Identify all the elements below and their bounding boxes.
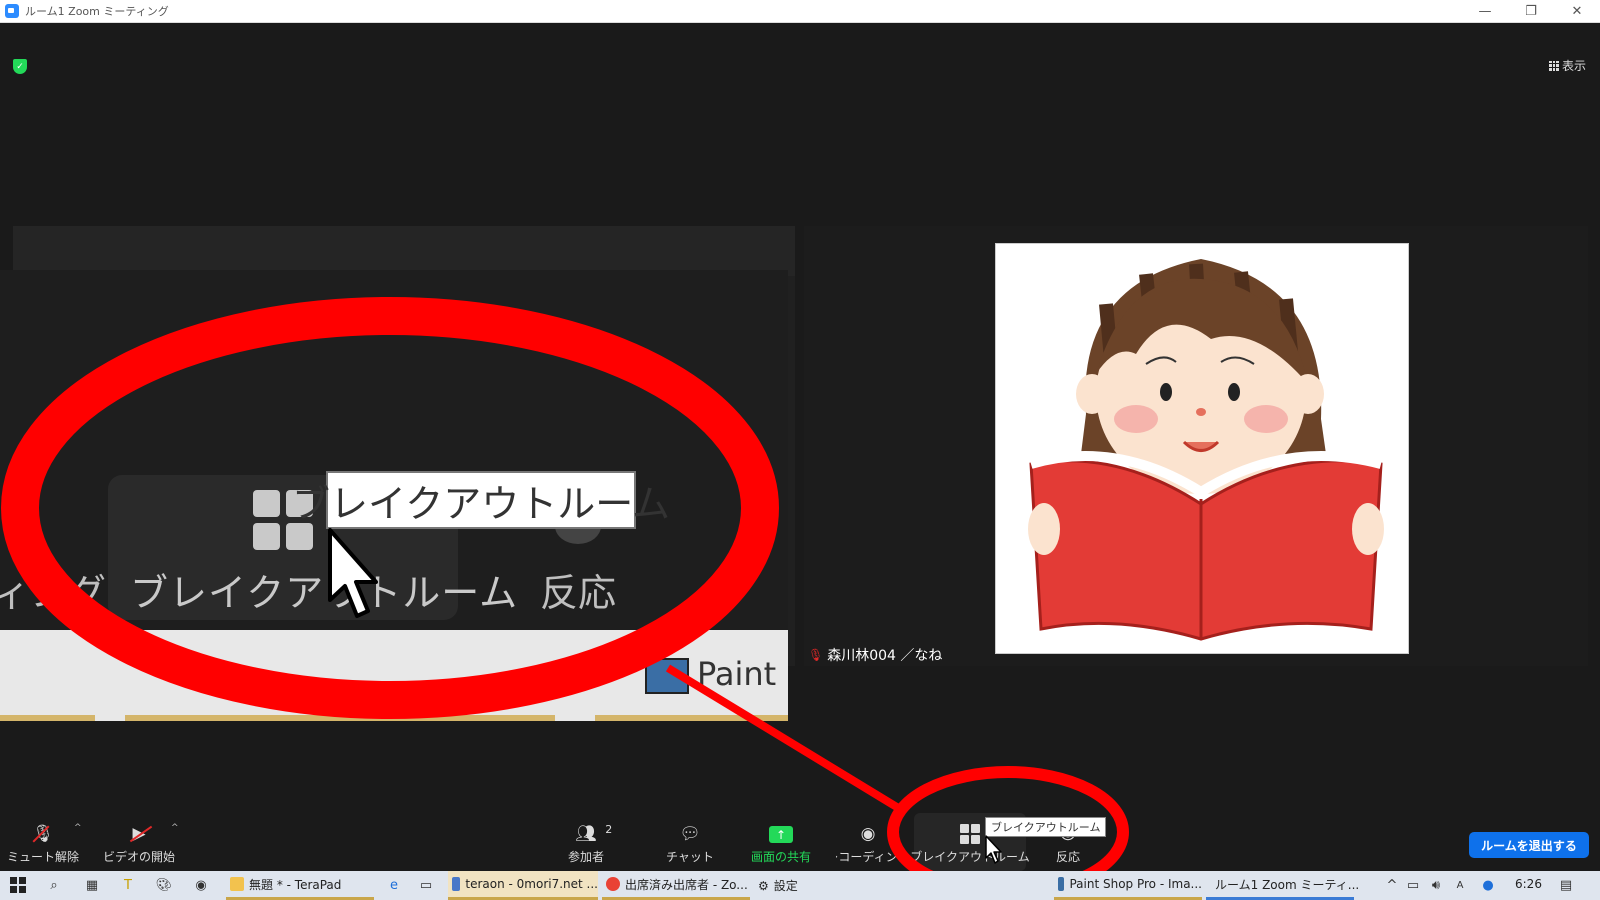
- paint-pinned-icon[interactable]: 🎨︎: [156, 877, 173, 893]
- chat-icon: 💬︎: [679, 824, 701, 844]
- participants-button[interactable]: 👥︎ 2 参加者: [560, 813, 612, 871]
- camera-pinned-icon[interactable]: ◉: [193, 877, 209, 893]
- minimize-button[interactable]: —: [1462, 0, 1508, 23]
- inset-partial-label: ィング: [0, 571, 107, 615]
- chat-label: チャット: [666, 850, 714, 864]
- view-label: 表示: [1561, 59, 1586, 73]
- windows-taskbar: ⌕ ▦ T 🎨︎ ◉ 無題 * - TeraPad e ▭ teraon - 0…: [0, 871, 1600, 900]
- restore-button[interactable]: ❐: [1508, 0, 1554, 23]
- reactions-label: 反応: [1055, 850, 1080, 864]
- participants-label: 参加者: [567, 850, 604, 864]
- tray-chevron-up-icon[interactable]: ^: [1384, 877, 1400, 893]
- breakout-rooms-icon: [960, 824, 980, 844]
- audio-options-chevron-icon[interactable]: ^: [74, 823, 82, 833]
- video-off-icon: ▶: [130, 825, 153, 843]
- record-icon: ◉: [860, 824, 876, 844]
- onedrive-icon[interactable]: ●: [1480, 877, 1496, 893]
- terapad-pinned-icon[interactable]: T: [120, 877, 136, 893]
- muted-mic-icon: 🎙︎: [808, 648, 824, 662]
- volume-icon[interactable]: 🔊︎: [1428, 877, 1444, 893]
- taskbar-app-icon[interactable]: ▦: [84, 877, 100, 893]
- taskbar-item-terapad[interactable]: 無題 * - TeraPad: [226, 871, 374, 900]
- taskbar-item-settings[interactable]: ⚙ 設定: [754, 871, 814, 900]
- share-screen-label: 画面の共有: [750, 850, 811, 864]
- grid-view-icon: [1548, 60, 1559, 71]
- inset-taskbar-paint: Paint Sh: [645, 655, 788, 694]
- breakout-tooltip: ブレイクアウトルーム: [985, 817, 1107, 837]
- taskbar-item-zoom[interactable]: ルーム1 Zoom ミーティ...: [1206, 871, 1359, 900]
- record-button[interactable]: ◉ レコーディング: [836, 813, 900, 871]
- video-options-chevron-icon[interactable]: ^: [171, 823, 179, 833]
- inset-breakout-label: ブレイクアウトルーム: [130, 571, 519, 615]
- inset-reactions-label: 反応: [540, 571, 617, 615]
- ie-pinned-icon[interactable]: e: [386, 877, 402, 893]
- unmute-label: ミュート解除: [7, 850, 80, 864]
- start-video-button[interactable]: ▶ ビデオの開始: [100, 813, 178, 871]
- muted-microphone-icon: 🎙︎: [32, 824, 54, 844]
- view-button[interactable]: 表示: [1548, 57, 1586, 74]
- window-pinned-icon[interactable]: ▭: [418, 877, 434, 893]
- share-screen-icon: ↑: [769, 826, 793, 843]
- encryption-shield-icon[interactable]: ✓: [13, 59, 27, 74]
- title-bar: ルーム1 Zoom ミーティング — ❐ ✕: [0, 0, 1600, 23]
- participant-avatar: [995, 243, 1409, 654]
- inset-tooltip: ブレイクアウトルーム: [292, 471, 670, 529]
- paint-app-icon: [645, 658, 689, 694]
- zoom-app-icon: [5, 4, 19, 18]
- search-icon[interactable]: ⌕: [46, 877, 62, 893]
- taskbar-item-paintshop[interactable]: Paint Shop Pro - Ima...: [1054, 871, 1202, 900]
- participants-icon: 👥︎ 2: [575, 823, 613, 844]
- start-video-label: ビデオの開始: [102, 850, 175, 864]
- ime-icon[interactable]: A: [1452, 877, 1468, 893]
- participant-name: 森川林004 ／なね: [827, 648, 943, 664]
- leave-room-button[interactable]: ルームを退出する: [1469, 832, 1589, 858]
- notifications-icon[interactable]: ▤: [1558, 877, 1574, 893]
- taskbar-item-teraon[interactable]: teraon - 0mori7.net ...: [448, 871, 598, 900]
- unmute-button[interactable]: 🎙︎ ミュート解除: [7, 813, 80, 871]
- gear-icon: ⚙: [758, 878, 769, 893]
- zoomed-inset: ィング ブレイクアウトルーム 反応 ブレイクアウトルーム Paint Sh: [0, 270, 788, 721]
- window-title: ルーム1 Zoom ミーティング: [25, 5, 169, 18]
- teraon-icon: [452, 877, 461, 891]
- participant-name-label: 🎙︎ 森川林004 ／なね: [808, 645, 942, 665]
- inset-mouse-cursor-icon: [328, 528, 378, 618]
- windows-start-icon[interactable]: [10, 877, 26, 893]
- network-icon[interactable]: ▭: [1405, 877, 1421, 893]
- terapad-icon: [230, 877, 244, 891]
- taskbar-clock[interactable]: 6:26: [1515, 877, 1542, 891]
- share-screen-button[interactable]: ↑ 画面の共有: [745, 813, 817, 871]
- participants-count: 2: [605, 823, 613, 836]
- close-button[interactable]: ✕: [1554, 0, 1600, 23]
- breakout-rooms-label: ブレイクアウトルーム: [910, 850, 1030, 864]
- chrome-icon: [606, 877, 620, 891]
- record-label: レコーディング: [836, 850, 900, 864]
- taskbar-item-attendees[interactable]: 出席済み出席者 - Zo...: [602, 871, 750, 900]
- meeting-toolbar: 🎙︎ ミュート解除 ^ ▶ ビデオの開始 ^ 👥︎2 参加者 💬︎ チャット ↑…: [0, 813, 1600, 871]
- mouse-cursor-icon: [985, 835, 1002, 864]
- paintshop-icon: [1058, 877, 1065, 891]
- chat-button[interactable]: 💬︎ チャット: [664, 813, 716, 871]
